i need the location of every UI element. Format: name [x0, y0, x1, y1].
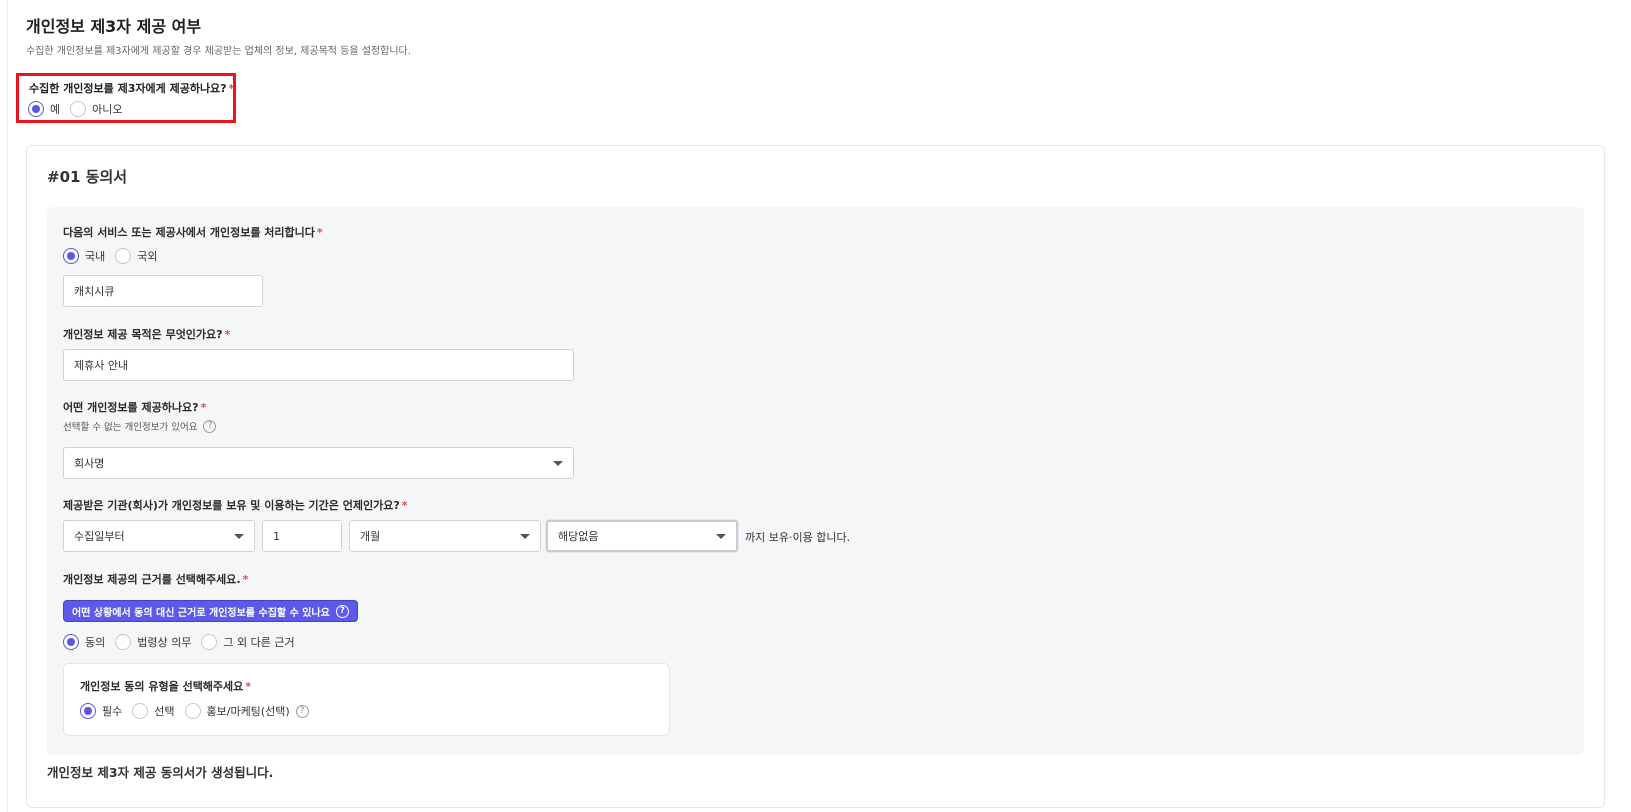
provide-question-label: 수집한 개인정보를 제3자에게 제공하나요? * — [29, 82, 235, 95]
purpose-input[interactable] — [63, 349, 574, 381]
radio-yes-control[interactable] — [28, 101, 44, 117]
section-title: 개인정보 제3자 제공 여부 — [26, 17, 202, 36]
chevron-down-icon — [553, 460, 563, 466]
provide-question-highlight: 수집한 개인정보를 제3자에게 제공하나요? * 예 아니오 — [16, 73, 236, 123]
consent-footer-text: 개인정보 제3자 제공 동의서가 생성됩니다. — [47, 765, 274, 780]
radio-legal-obligation-control[interactable] — [115, 634, 132, 650]
radio-marketing[interactable]: 홍보/마케팅(선택) ? — [184, 703, 309, 719]
consent-card: #01 동의서 다음의 서비스 또는 제공사에서 개인정보를 처리합니다 * 국내… — [26, 145, 1605, 808]
question-circle-icon[interactable]: ? — [203, 419, 217, 433]
consent-card-title: #01 동의서 — [47, 168, 128, 186]
retention-extra-select[interactable]: 해당없음 — [546, 520, 738, 552]
service-provider-input[interactable] — [63, 275, 263, 307]
question-circle-icon[interactable]: ? — [295, 704, 309, 718]
consent-type-label: 개인정보 동의 유형을 선택해주세요 * — [80, 680, 252, 693]
radio-no[interactable]: 아니오 — [70, 101, 123, 117]
section-description: 수집한 개인정보를 제3자에게 제공할 경우 제공받는 업체의 정보, 제공목적… — [26, 46, 411, 57]
required-mark: * — [228, 82, 235, 95]
chevron-down-icon — [520, 533, 530, 539]
basis-radio-group: 동의 법령상 의무 그 외 다른 근거 — [63, 634, 305, 650]
radio-optional[interactable]: 선택 — [132, 703, 175, 719]
chevron-down-icon — [234, 533, 244, 539]
retention-unit-select[interactable]: 개월 — [349, 520, 541, 552]
retention-suffix: 까지 보유·이용 합니다. — [745, 531, 851, 544]
items-label: 어떤 개인정보를 제공하나요? * — [63, 401, 207, 414]
radio-consent[interactable]: 동의 — [63, 634, 105, 650]
basis-label: 개인정보 제공의 근거를 선택해주세요. * — [63, 573, 249, 586]
basis-info-badge[interactable]: 어떤 상황에서 동의 대신 근거로 개인정보를 수집할 수 있나요 ? — [63, 600, 358, 622]
page-edge — [7, 0, 8, 812]
radio-domestic[interactable]: 국내 — [63, 248, 105, 264]
radio-yes[interactable]: 예 — [28, 101, 60, 117]
consent-type-card: 개인정보 동의 유형을 선택해주세요 * 필수 선택 홍보/마케팅(선택) ? — [63, 663, 670, 736]
radio-required[interactable]: 필수 — [80, 703, 122, 719]
retention-label: 제공받은 기관(회사)가 개인정보를 보유 및 이용하는 기간은 언제인가요? * — [63, 499, 408, 512]
radio-marketing-control[interactable] — [184, 703, 201, 719]
radio-legal-obligation[interactable]: 법령상 의무 — [115, 634, 191, 650]
purpose-label: 개인정보 제공 목적은 무엇인가요? * — [63, 328, 231, 341]
radio-domestic-control[interactable] — [63, 248, 79, 264]
radio-overseas[interactable]: 국외 — [115, 248, 158, 264]
items-sub-label: 선택할 수 없는 개인정보가 있어요 ? — [63, 419, 217, 433]
service-region-radio-group: 국내 국외 — [63, 248, 168, 264]
chevron-down-icon — [716, 533, 726, 539]
consent-form-panel: 다음의 서비스 또는 제공사에서 개인정보를 처리합니다* 국내 국외 개인정보… — [47, 207, 1584, 755]
retention-amount-input[interactable] — [262, 520, 342, 552]
radio-overseas-control[interactable] — [115, 248, 132, 264]
radio-consent-control[interactable] — [63, 634, 79, 650]
radio-other-basis-control[interactable] — [201, 634, 218, 650]
items-select[interactable]: 회사명 — [63, 447, 574, 479]
radio-other-basis[interactable]: 그 외 다른 근거 — [201, 634, 295, 650]
consent-type-radio-group: 필수 선택 홍보/마케팅(선택) ? — [80, 703, 319, 719]
question-circle-icon: ? — [335, 604, 349, 618]
radio-optional-control[interactable] — [132, 703, 149, 719]
radio-required-control[interactable] — [80, 703, 96, 719]
provide-radio-group: 예 아니오 — [28, 101, 133, 117]
retention-start-select[interactable]: 수집일부터 — [63, 520, 255, 552]
radio-no-control[interactable] — [70, 101, 87, 117]
service-label: 다음의 서비스 또는 제공사에서 개인정보를 처리합니다 * — [63, 226, 323, 239]
